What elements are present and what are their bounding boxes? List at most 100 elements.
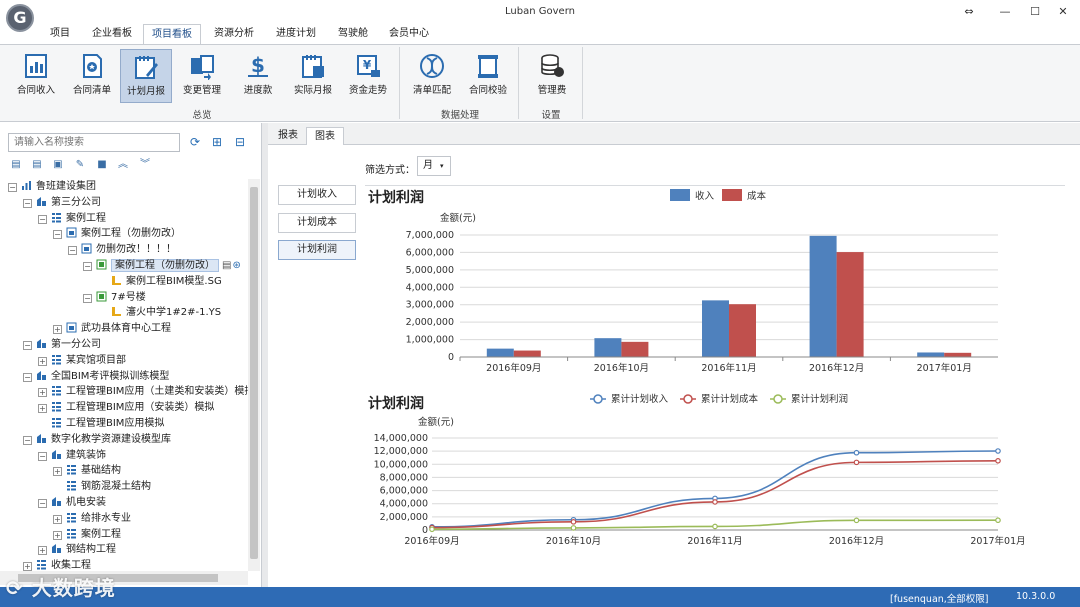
tree-node[interactable]: − 第一分公司: [23, 337, 101, 352]
tree-node[interactable]: − 7#号楼: [83, 290, 146, 305]
expand-toggle-icon[interactable]: +: [38, 404, 47, 414]
tree-node[interactable]: + 收集工程: [23, 558, 91, 571]
collapse-all-icon[interactable]: ⊟: [233, 135, 247, 149]
tree-node[interactable]: + 工程管理BIM应用（土建类和安装类）模拟: [38, 384, 248, 399]
tree-node[interactable]: − 建筑装饰: [38, 448, 106, 463]
bar-cost: [621, 341, 649, 357]
maximize-button[interactable]: ☐: [1024, 3, 1046, 21]
fund-trend-button[interactable]: ¥ 资金走势: [342, 49, 394, 103]
tree-node[interactable]: 钢筋混凝土结构: [53, 479, 151, 494]
actual-monthly-report-button[interactable]: 实际月报: [287, 49, 339, 103]
tree-node[interactable]: + 基础结构: [53, 463, 121, 478]
collapse-toggle-icon[interactable]: −: [83, 262, 92, 271]
bar-x-tick-label: 2016年10月: [594, 362, 649, 374]
management-fee-button[interactable]: 管理费: [526, 49, 578, 103]
collapse-toggle-icon[interactable]: −: [23, 341, 32, 350]
tree-node[interactable]: + 钢结构工程: [38, 542, 116, 557]
plan-monthly-report-icon: [135, 56, 158, 79]
line-x-tick-label: 2017年01月: [970, 535, 1025, 547]
collapse-toggle-icon[interactable]: −: [38, 451, 47, 461]
ribbon-separator: [518, 47, 519, 119]
tree-node[interactable]: − 勿删勿改！！！！: [68, 242, 176, 257]
expand-toggle-icon[interactable]: +: [38, 356, 47, 366]
node-info-icon[interactable]: ▤: [222, 260, 231, 271]
tree-node[interactable]: − 数字化教学资源建设模型库: [23, 432, 171, 447]
tree-node[interactable]: − 全国BIM考评模拟训练模型: [23, 369, 169, 384]
tree-node[interactable]: 案例工程BIM模型.SG: [98, 274, 222, 289]
collapse-toggle-icon[interactable]: −: [38, 499, 47, 508]
ribbon-button-label: 变更管理: [182, 85, 221, 96]
tree-vertical-scrollbar[interactable]: [248, 179, 260, 571]
import-icon[interactable]: ▣: [52, 159, 64, 171]
tab-report[interactable]: 报表: [270, 127, 306, 145]
tree-node[interactable]: − 第三分公司: [23, 195, 101, 210]
expand-toggle-icon[interactable]: +: [23, 562, 32, 571]
menu-tab-project[interactable]: 项目: [42, 24, 78, 44]
change-management-button[interactable]: 变更管理: [176, 49, 228, 103]
plan-monthly-report-button[interactable]: 计划月报: [120, 49, 172, 103]
tree-node[interactable]: + 武功县体育中心工程: [53, 321, 171, 336]
search-input[interactable]: [8, 133, 180, 152]
collapse-toggle-icon[interactable]: −: [23, 198, 32, 208]
bar-income: [917, 352, 945, 357]
collapse-toggle-icon[interactable]: −: [68, 246, 77, 256]
tree-node[interactable]: + 工程管理BIM应用（安装类）模拟: [38, 400, 214, 415]
tree-node[interactable]: + 给排水专业: [53, 511, 131, 526]
bar-y-tick-label: 4,000,000: [406, 282, 454, 293]
tab-chart[interactable]: 图表: [306, 127, 344, 145]
contract-check-button[interactable]: 合同校验: [462, 49, 514, 103]
project-icon: [66, 227, 77, 238]
company-icon: [37, 196, 46, 206]
expand-toggle-icon[interactable]: +: [38, 388, 47, 398]
menu-tab-project-board[interactable]: 项目看板: [143, 24, 201, 44]
tree-node[interactable]: 工程管理BIM应用模拟: [38, 416, 164, 431]
add-node-icon[interactable]: ▤: [10, 159, 22, 171]
group-icon: [22, 181, 31, 190]
tree-node[interactable]: − 机电安装: [38, 495, 106, 510]
collapse-toggle-icon[interactable]: −: [8, 183, 17, 192]
restore-button[interactable]: ⇔: [958, 3, 980, 21]
legend-label: 累计计划成本: [701, 393, 759, 405]
minimize-button[interactable]: —: [994, 3, 1016, 21]
menu-tab-cockpit[interactable]: 驾驶舱: [330, 24, 376, 44]
collapse-toggle-icon[interactable]: −: [23, 435, 32, 445]
node-settings-icon[interactable]: ⊛: [232, 260, 240, 271]
tree-node[interactable]: − 案例工程: [38, 211, 106, 226]
expand-toggle-icon[interactable]: +: [53, 467, 62, 477]
expand-toggle-icon[interactable]: +: [53, 530, 62, 540]
collapse-toggle-icon[interactable]: −: [38, 214, 47, 224]
list-match-button[interactable]: 清单匹配: [406, 49, 458, 103]
menu-tab-member-center[interactable]: 会员中心: [381, 24, 437, 44]
progress-payment-button[interactable]: $ 进度款: [232, 49, 284, 103]
collapse-toggle-icon[interactable]: −: [83, 293, 92, 303]
contract-income-button[interactable]: 合同收入: [10, 49, 62, 103]
delete-icon[interactable]: ■: [96, 159, 108, 171]
menu-tab-resource-analysis[interactable]: 资源分析: [206, 24, 262, 44]
move-down-icon[interactable]: ︾: [139, 159, 151, 171]
contract-list-button[interactable]: 合同清单: [66, 49, 118, 103]
watermark-text: 大数跨境: [31, 576, 116, 600]
scrollbar-thumb[interactable]: [250, 187, 258, 559]
tree-node[interactable]: + 案例工程: [53, 527, 121, 542]
tree-node[interactable]: + 某宾馆项目部: [38, 353, 126, 368]
add-child-icon[interactable]: ▤: [31, 159, 43, 171]
collapse-toggle-icon[interactable]: −: [23, 372, 32, 382]
app-logo[interactable]: G: [6, 4, 34, 32]
collapse-toggle-icon[interactable]: −: [53, 230, 62, 240]
refresh-icon[interactable]: ⟳: [188, 135, 202, 149]
edit-icon[interactable]: ✎: [74, 159, 86, 171]
expand-toggle-icon[interactable]: +: [53, 325, 62, 335]
menu-tab-schedule[interactable]: 进度计划: [268, 24, 324, 44]
move-up-icon[interactable]: ︽: [117, 159, 129, 171]
tree-node[interactable]: 瀋火中学1#2#-1.YS: [98, 305, 221, 320]
expand-toggle-icon[interactable]: +: [38, 546, 47, 556]
tree-node[interactable]: − 案例工程（勿删勿改）: [53, 226, 181, 241]
bar-income: [809, 235, 837, 357]
ribbon-button-label: 管理费: [537, 85, 567, 96]
menu-tab-enterprise-board[interactable]: 企业看板: [84, 24, 140, 44]
close-button[interactable]: ✕: [1052, 3, 1074, 21]
expand-toggle-icon[interactable]: +: [53, 514, 62, 524]
tree-node[interactable]: − 案例工程（勿删勿改） ▤⊛: [83, 258, 241, 273]
expand-all-icon[interactable]: ⊞: [210, 135, 224, 149]
tree-node[interactable]: − 鲁班建设集团: [8, 179, 96, 194]
